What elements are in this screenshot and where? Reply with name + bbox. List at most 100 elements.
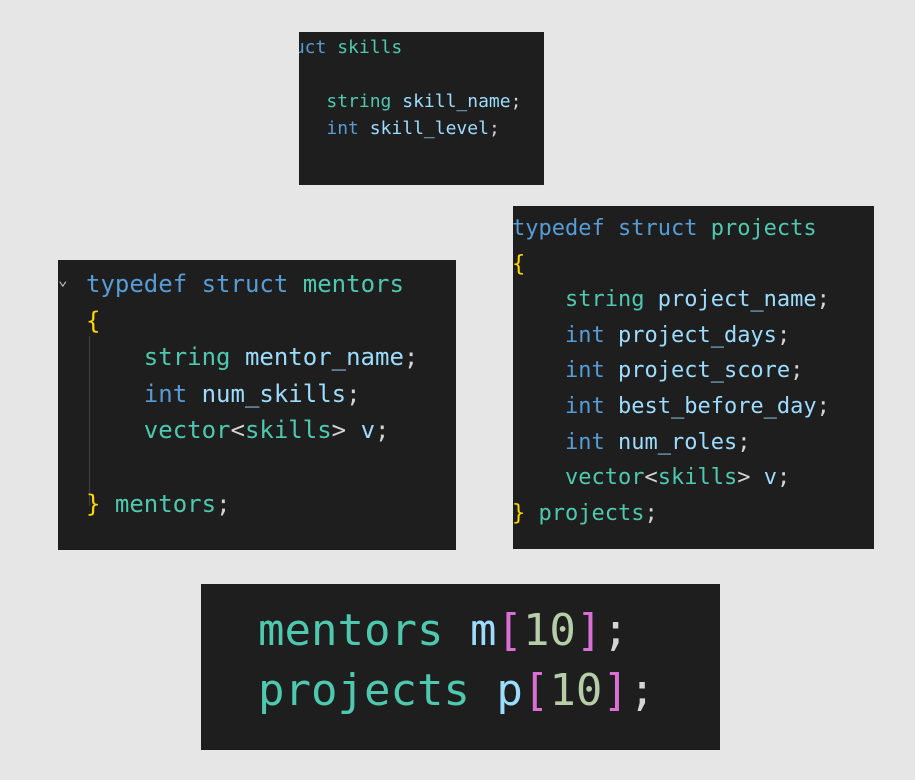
code-token-type: string — [326, 91, 392, 112]
code-token-type: mentors — [114, 489, 217, 518]
code-panel-declarations: mentors m[10]; projects p[10]; — [201, 584, 720, 750]
code-token-kw: int — [326, 118, 359, 139]
code-token-type: mentors — [302, 270, 404, 298]
code-token-kw: int — [564, 358, 605, 384]
code-token-kw: struct — [617, 216, 698, 241]
code-line[interactable]: mentors m[10]; — [258, 601, 629, 661]
code-token-type: projects — [710, 216, 817, 241]
code-token-plain: ; — [776, 465, 791, 491]
code-token-brace: { — [86, 306, 101, 335]
code-line[interactable]: int num_roles; — [513, 425, 750, 461]
code-line[interactable]: vector<skills> v; — [86, 412, 390, 449]
code-token-plain: > — [737, 465, 751, 491]
code-token-type: string — [143, 343, 231, 372]
code-token-type: skills — [337, 37, 403, 58]
code-token-plain: ; — [403, 343, 419, 372]
code-token-kw: struct — [201, 270, 289, 298]
code-token-plain: ; — [488, 118, 500, 139]
code-token-ident: skill_name — [402, 91, 511, 112]
code-token-ident: skill_level — [369, 118, 489, 139]
code-token-ident: best_before_day — [617, 394, 817, 419]
code-token-kw: typedef — [86, 270, 188, 298]
code-token-ident: project_name — [657, 287, 817, 313]
code-line[interactable]: int num_skills; — [86, 376, 361, 413]
code-line[interactable]: vector<skills> v; — [513, 460, 790, 496]
code-token-plain: ; — [790, 358, 804, 384]
code-line[interactable]: string skill_name; — [299, 88, 521, 115]
code-line[interactable]: } projects; — [513, 496, 658, 532]
code-token-bracket: ] — [575, 605, 603, 656]
code-line[interactable]: ruct skills — [299, 34, 402, 61]
code-token-ident: project_score — [617, 358, 791, 384]
code-token-plain: < — [644, 465, 658, 491]
chevron-down-icon[interactable]: ⌄ — [58, 270, 68, 289]
code-line[interactable]: int project_score; — [513, 353, 803, 389]
code-token-plain: > — [331, 416, 347, 445]
code-token-plain: ; — [737, 429, 751, 455]
code-line[interactable]: { — [513, 247, 525, 283]
code-token-type: vector — [564, 465, 645, 491]
code-line[interactable]: int best_before_day; — [513, 389, 830, 425]
code-line[interactable]: string project_name; — [513, 282, 830, 318]
code-token-kw: int — [564, 429, 605, 455]
code-line[interactable]: int project_days; — [513, 318, 790, 354]
code-token-plain: < — [230, 416, 245, 445]
code-line[interactable]: string mentor_name; — [86, 339, 419, 376]
code-token-bracket: ] — [602, 665, 629, 716]
code-panel-projects: typedef struct projects { string project_… — [513, 206, 874, 549]
code-line[interactable]: typedef struct projects — [513, 211, 817, 247]
code-token-bracket: [ — [522, 665, 550, 716]
code-token-plain: ; — [602, 605, 629, 656]
code-token-ident: mentor_name — [244, 343, 404, 372]
code-line[interactable]: int skill_level; — [299, 115, 500, 142]
code-line[interactable]: typedef struct mentors — [86, 266, 404, 303]
code-token-plain: ; — [628, 665, 656, 716]
code-token-ident: num_skills — [201, 379, 347, 408]
code-token-plain: ; — [816, 287, 830, 313]
code-token-ident: m — [469, 605, 497, 656]
code-token-plain: ; — [510, 91, 522, 112]
code-token-ident: project_days — [617, 322, 777, 348]
code-token-kw: int — [143, 379, 188, 408]
code-token-num: 10 — [549, 665, 603, 716]
code-token-plain: ; — [216, 489, 231, 518]
code-token-ident: v — [763, 465, 777, 491]
code-token-plain: ; — [644, 500, 658, 526]
code-token-brace: { — [513, 251, 526, 277]
code-token-type: mentors — [258, 605, 444, 656]
code-line[interactable]: projects p[10]; — [258, 661, 655, 721]
code-token-kw: int — [564, 322, 605, 348]
code-token-type: skills — [657, 465, 738, 491]
code-panel-skills: ruct skills string skill_name; int skill… — [299, 32, 544, 185]
code-line[interactable]: } mentors; — [86, 486, 231, 523]
code-token-plain: ; — [346, 379, 361, 408]
code-line[interactable]: { — [86, 303, 100, 340]
code-token-num: 10 — [522, 605, 576, 656]
code-token-kw: ruct — [299, 37, 327, 58]
code-token-kw: typedef — [513, 216, 605, 241]
